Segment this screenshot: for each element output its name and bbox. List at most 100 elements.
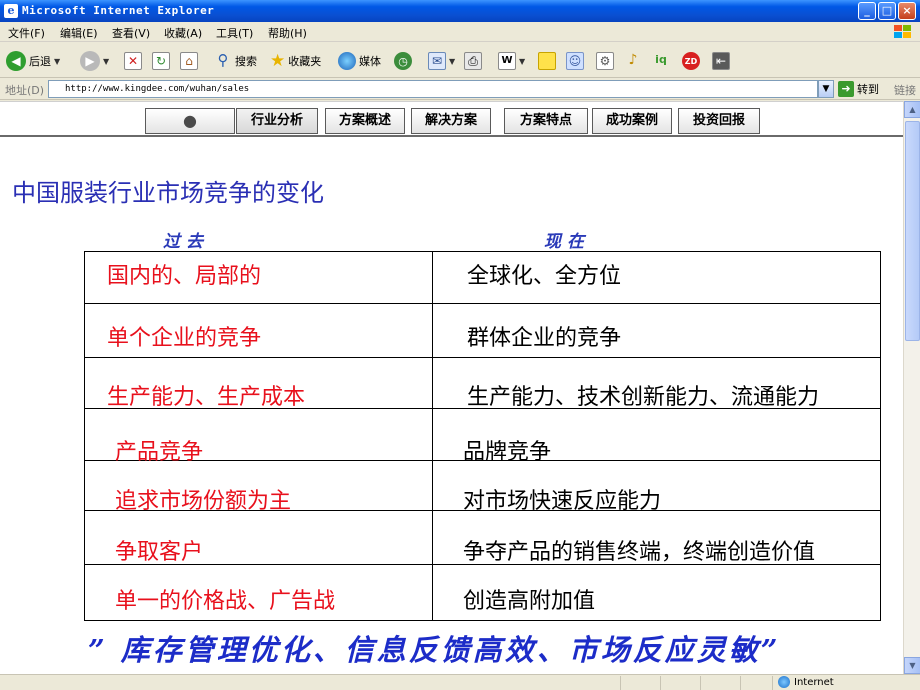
tab-industry-analysis[interactable]: 行业分析 [236, 108, 318, 134]
favorites-label: 收藏夹 [288, 55, 322, 68]
mail-button[interactable]: ✉ ▼ [428, 50, 455, 72]
edit-dropdown-icon[interactable]: ▼ [519, 57, 525, 66]
exit-button[interactable]: ⇤ [712, 50, 730, 72]
toolbar-logo-button[interactable]: ZD [682, 50, 700, 72]
note-button[interactable] [538, 50, 556, 72]
now-cell: 全球化、全方位 [467, 264, 622, 289]
forward-arrow-icon: ▶ [80, 51, 100, 71]
now-cell: 品牌竞争 [463, 440, 552, 465]
media-label: 媒体 [359, 55, 381, 68]
home-icon: ⌂ [180, 52, 198, 70]
media-globe-icon [338, 52, 356, 70]
search-label: 搜索 [235, 55, 257, 68]
plugin-icon: ♪ [628, 52, 638, 68]
stop-button[interactable]: ✕ [124, 50, 142, 72]
favorites-button[interactable]: ★ 收藏夹 [270, 50, 321, 72]
forward-dropdown-icon[interactable]: ▼ [103, 57, 109, 66]
refresh-button[interactable]: ↻ [152, 50, 170, 72]
menu-tools[interactable]: 工具(T) [216, 25, 253, 41]
search-icon: ⚲ [217, 51, 229, 69]
comparison-table: 国内的、局部的 全球化、全方位 单个企业的竞争 群体企业的竞争 生产能力、生产成… [84, 251, 881, 621]
forward-button[interactable]: ▶ ▼ [80, 50, 109, 72]
home-button[interactable]: ⌂ [180, 50, 198, 72]
row-divider [85, 303, 880, 304]
menu-bar: 文件(F) 编辑(E) 查看(V) 收藏(A) 工具(T) 帮助(H) [0, 22, 920, 42]
status-divider [772, 676, 773, 690]
past-cell: 产品竞争 [115, 440, 204, 465]
address-input[interactable]: http://www.kingdee.com/wuhan/sales [48, 80, 818, 98]
ie-logo-icon: e [4, 4, 18, 18]
settings-icon: ⚙ [596, 52, 614, 70]
now-cell: 争夺产品的销售终端，终端创造价值 [463, 540, 816, 565]
back-button[interactable]: ◀ 后退 ▼ [6, 50, 60, 72]
status-divider [700, 676, 701, 690]
tab-home[interactable]: ● [145, 108, 235, 134]
print-button[interactable]: ⎙ [464, 50, 482, 72]
history-icon: ◷ [394, 52, 412, 70]
back-dropdown-icon[interactable]: ▼ [54, 57, 60, 66]
site-nav: ● 行业分析 方案概述 解决方案 方案特点 成功案例 投资回报 [0, 101, 903, 137]
scroll-down-icon[interactable]: ▼ [904, 657, 920, 674]
status-divider [740, 676, 741, 690]
tab-investment-return[interactable]: 投资回报 [678, 108, 760, 134]
maximize-button[interactable]: □ [878, 2, 896, 20]
edit-icon: W [498, 52, 516, 70]
address-bar: 地址(D) http://www.kingdee.com/wuhan/sales… [0, 78, 920, 100]
status-divider [660, 676, 661, 690]
links-button[interactable]: 链接 [894, 82, 916, 98]
past-cell: 单个企业的竞争 [107, 326, 262, 351]
security-zone: Internet [778, 676, 834, 688]
iqiyi-button[interactable]: iq [652, 50, 670, 72]
messenger-button[interactable]: ☺ [566, 50, 584, 72]
xp-flag-icon [892, 24, 916, 40]
go-button[interactable]: ➜ 转到 [838, 81, 879, 97]
menu-favorites[interactable]: 收藏(A) [164, 25, 202, 41]
ie-window: e Microsoft Internet Explorer _ □ × 文件(F… [0, 0, 920, 690]
minimize-button[interactable]: _ [858, 2, 876, 20]
scroll-up-icon[interactable]: ▲ [904, 101, 920, 118]
address-dropdown-button[interactable]: ▼ [818, 80, 834, 98]
tab-solution-features[interactable]: 方案特点 [504, 108, 588, 134]
back-label: 后退 [29, 55, 51, 68]
settings-button[interactable]: ⚙ [596, 50, 614, 72]
print-icon: ⎙ [464, 52, 482, 70]
status-bar: Internet [0, 674, 920, 690]
column-header-now: 现在 [544, 232, 590, 252]
mail-dropdown-icon[interactable]: ▼ [449, 57, 455, 66]
past-cell: 国内的、局部的 [107, 264, 262, 289]
history-button[interactable]: ◷ [394, 50, 412, 72]
media-button[interactable]: 媒体 [338, 50, 381, 72]
search-button[interactable]: ⚲ 搜索 [214, 50, 258, 72]
slide-title: 中国服装行业市场竞争的变化 [12, 179, 324, 207]
note-icon [538, 52, 556, 70]
tab-solution-overview[interactable]: 方案概述 [325, 108, 405, 134]
close-button[interactable]: × [898, 2, 916, 20]
menu-file[interactable]: 文件(F) [8, 25, 45, 41]
refresh-icon: ↻ [152, 52, 170, 70]
page-content: ● 行业分析 方案概述 解决方案 方案特点 成功案例 投资回报 中国服装行业市场… [0, 101, 903, 674]
favorites-star-icon: ★ [270, 51, 286, 71]
window-title: Microsoft Internet Explorer [22, 4, 215, 17]
tab-success-cases[interactable]: 成功案例 [592, 108, 672, 134]
back-arrow-icon: ◀ [6, 51, 26, 71]
internet-zone-icon [778, 676, 790, 688]
stop-icon: ✕ [124, 52, 142, 70]
vertical-scrollbar[interactable]: ▲ ▼ [903, 101, 920, 674]
toolbar: ◀ 后退 ▼ ▶ ▼ ✕ ↻ ⌂ ⚲ 搜索 ★ 收藏夹 媒体 ◷ ✉ ▼ ⎙ W… [0, 42, 920, 78]
slide-footer-slogan: ” 库存管理优化、信息反馈高效、市场反应灵敏” [88, 633, 781, 667]
row-divider [85, 357, 880, 358]
past-cell: 单一的价格战、广告战 [115, 589, 336, 614]
address-label: 地址(D) [5, 84, 45, 97]
menu-help[interactable]: 帮助(H) [268, 25, 307, 41]
menu-view[interactable]: 查看(V) [112, 25, 150, 41]
now-cell: 生产能力、技术创新能力、流通能力 [467, 385, 820, 410]
go-label: 转到 [857, 83, 879, 96]
edit-button[interactable]: W ▼ [498, 50, 525, 72]
now-cell: 群体企业的竞争 [467, 326, 622, 351]
scroll-thumb[interactable] [905, 121, 920, 341]
plugin-button[interactable]: ♪ [624, 50, 642, 72]
go-arrow-icon: ➜ [838, 81, 854, 97]
tab-solutions[interactable]: 解决方案 [411, 108, 491, 134]
menu-edit[interactable]: 编辑(E) [60, 25, 98, 41]
past-cell: 争取客户 [115, 540, 204, 565]
